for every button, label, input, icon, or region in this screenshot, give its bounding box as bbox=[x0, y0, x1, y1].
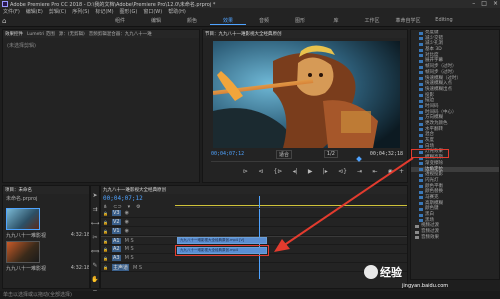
source-panel-tab[interactable]: Lumetri 范围 bbox=[27, 31, 55, 37]
track-lock-icon[interactable]: 🔒 bbox=[103, 229, 108, 234]
track-mute-solo-icon[interactable]: M S bbox=[125, 255, 134, 261]
menu-item[interactable]: 帮助(H) bbox=[168, 8, 186, 15]
clip-thumbnail[interactable] bbox=[6, 208, 40, 230]
workspace-tabs: 组件 编辑 颜色 效果 音频 图形库工作区 革命自学区 Editing bbox=[102, 17, 462, 25]
menu-item[interactable]: 图形(G) bbox=[120, 8, 138, 15]
workspace-tab[interactable]: Editing bbox=[426, 17, 462, 25]
menu-item[interactable]: 编辑(E) bbox=[26, 8, 43, 15]
track-label[interactable]: A3 bbox=[111, 255, 121, 261]
mark-out-icon[interactable]: ⊲ bbox=[258, 168, 263, 175]
track-label[interactable]: V1 bbox=[111, 228, 121, 234]
no-clip-message: (未选择剪辑) bbox=[7, 43, 36, 49]
track-label[interactable]: A2 bbox=[111, 246, 121, 252]
workspace-tab[interactable]: 效果 bbox=[210, 17, 246, 25]
audio-clip-a1[interactable]: 九九八十一难影视大全经典原创.mp4 bbox=[177, 247, 267, 254]
red-arrow-annotation bbox=[274, 157, 414, 252]
effects-list: 亮度键 减少交错 减少孔洞 基本 3D 对比度 展开字幕 帧同步（过时） 帧同步（过时） 快速模… bbox=[411, 30, 499, 241]
baidu-paw-icon bbox=[364, 265, 378, 279]
watermark-text: 经验 bbox=[380, 266, 402, 279]
track-lock-icon[interactable]: 🔒 bbox=[103, 220, 108, 225]
program-timecode[interactable]: 00;04;07;12 bbox=[211, 151, 244, 157]
track-lock-icon[interactable]: 🔒 bbox=[103, 247, 108, 252]
close-icon[interactable]: × bbox=[493, 0, 498, 7]
effect-highlight-box bbox=[411, 149, 449, 158]
clip-thumbnail[interactable] bbox=[6, 241, 40, 263]
track-mute-solo-icon[interactable]: M S bbox=[125, 238, 134, 244]
track-select-tool-icon[interactable]: ⇉ bbox=[92, 206, 97, 213]
pen-tool-icon[interactable]: ✎ bbox=[92, 262, 97, 269]
track-label[interactable]: V3 bbox=[111, 210, 121, 216]
workspace-tab[interactable]: 颜色 bbox=[174, 17, 210, 25]
video-frame bbox=[213, 41, 400, 148]
watermark-url: jingyan.baidu.com bbox=[402, 283, 449, 289]
effects-folder[interactable]: 音频效果 bbox=[411, 235, 499, 241]
highlight-box: 九九八十一难影视大全经典原创.mp4 bbox=[175, 245, 269, 256]
track-lock-icon[interactable]: 🔒 bbox=[103, 256, 108, 261]
track-label[interactable]: V2 bbox=[111, 219, 121, 225]
workspace-bar: ⌂ 组件 编辑 颜色 效果 音频 图形库工作区 革命自学区 Editing bbox=[0, 15, 500, 27]
maximize-icon[interactable]: □ bbox=[481, 0, 487, 7]
clip-duration: 4:32:18 bbox=[70, 232, 90, 238]
menu-item[interactable]: 标记(M) bbox=[95, 8, 113, 15]
track-lock-icon[interactable]: 🔒 bbox=[103, 265, 108, 270]
watermark: 经验 bbox=[364, 264, 402, 280]
ripple-edit-tool-icon[interactable]: ⟷ bbox=[91, 220, 100, 227]
minimize-icon[interactable]: – bbox=[472, 0, 475, 7]
menu-item[interactable]: 序列(S) bbox=[72, 8, 89, 15]
timeline-playhead[interactable] bbox=[259, 196, 260, 208]
track-mute-solo-icon[interactable]: M S bbox=[125, 246, 134, 252]
workspace-tab[interactable]: 库 bbox=[318, 17, 354, 25]
track-lock-icon[interactable]: 🔒 bbox=[103, 239, 108, 244]
workspace-tab[interactable]: 编辑 bbox=[138, 17, 174, 25]
mark-in-icon[interactable]: ⊳ bbox=[243, 168, 248, 175]
clip-name[interactable]: 九九八十一难影视 bbox=[6, 232, 46, 239]
source-panel-tabs: 效果控件 Lumetri 范围 源：(无剪辑) 音频剪辑混合器：九九八十一难 bbox=[3, 30, 199, 38]
source-panel-tab[interactable]: 效果控件 bbox=[5, 31, 23, 37]
source-panel-tab[interactable]: 音频剪辑混合器：九九八十一难 bbox=[89, 31, 152, 37]
selection-tool-icon[interactable]: ➤ bbox=[92, 192, 97, 199]
tools-panel: ➤ ⇉ ⟷ ✂ ⟺ ✎ ✋ T bbox=[90, 185, 100, 297]
workspace-tab[interactable]: 图形 bbox=[282, 17, 318, 25]
track-visibility-icon[interactable]: ◉ bbox=[125, 228, 129, 234]
track-mute-solo-icon[interactable]: M S bbox=[133, 265, 142, 271]
track-label[interactable]: A1 bbox=[111, 238, 121, 244]
project-title[interactable]: 项目：未命名 bbox=[5, 187, 32, 193]
source-panel-tab[interactable]: 源：(无剪辑) bbox=[59, 31, 85, 37]
timeline-timecode[interactable]: 00;04;07;12 bbox=[103, 195, 143, 202]
workspace-tab[interactable]: 音频 bbox=[246, 17, 282, 25]
video-clip-v1[interactable]: 九九八十一难影视大全经典原创.mp4 [V] bbox=[177, 237, 267, 244]
hand-tool-icon[interactable]: ✋ bbox=[91, 276, 98, 283]
clip-name[interactable]: 九九八十一难影视 bbox=[6, 265, 46, 272]
menu-item[interactable]: 剪辑(C) bbox=[49, 8, 66, 15]
track-visibility-icon[interactable]: ◉ bbox=[125, 219, 129, 225]
home-icon[interactable]: ⌂ bbox=[2, 17, 10, 25]
timeline-track: 🔒 主声道 M S bbox=[101, 263, 407, 272]
menu-item[interactable]: 文件(F) bbox=[3, 8, 20, 15]
status-text: 单击以选择或以拖动(全部选择) bbox=[3, 292, 72, 298]
menu-bar: 文件(F) 编辑(E) 剪辑(C) 序列(S) 标记(M) 图形(G) 窗口(W) 帮助(H) bbox=[0, 8, 500, 15]
track-visibility-icon[interactable]: ◉ bbox=[125, 210, 129, 216]
track-label[interactable]: 主声道 bbox=[111, 264, 129, 271]
slip-tool-icon[interactable]: ⟺ bbox=[91, 248, 100, 255]
premiere-logo-icon bbox=[2, 1, 8, 7]
status-bar: 单击以选择或以拖动(全部选择) bbox=[0, 291, 500, 299]
track-lock-icon[interactable]: 🔒 bbox=[103, 211, 108, 216]
source-panel: 效果控件 Lumetri 范围 源：(无剪辑) 音频剪辑混合器：九九八十一难 (未选择… bbox=[2, 29, 200, 183]
title-bar: Adobe Premiere Pro CC 2018 - D:\我的文档\Ado… bbox=[0, 0, 500, 8]
timeline-title[interactable]: 九九八十一难影视大全经典原创 bbox=[103, 187, 166, 193]
project-panel: 项目：未命名 未命名.prproj 九九八十一难影视 4:32:18 九九八十一… bbox=[2, 185, 90, 289]
window-title: Adobe Premiere Pro CC 2018 - D:\我的文档\Ado… bbox=[10, 1, 216, 8]
clip-duration: 4:32:18 bbox=[70, 265, 90, 271]
workspace-tab[interactable]: 革命自学区 bbox=[390, 17, 426, 25]
monkey-king-frame-image bbox=[213, 41, 400, 148]
workspace-tab[interactable]: 工作区 bbox=[354, 17, 390, 25]
razor-tool-icon[interactable]: ✂ bbox=[92, 234, 97, 241]
project-file: 未命名.prproj bbox=[6, 196, 38, 202]
workspace-tab[interactable]: 组件 bbox=[102, 17, 138, 25]
menu-item[interactable]: 窗口(W) bbox=[143, 8, 162, 15]
program-title[interactable]: 节目：九九八十一难影视大全经典原创 bbox=[205, 31, 282, 37]
